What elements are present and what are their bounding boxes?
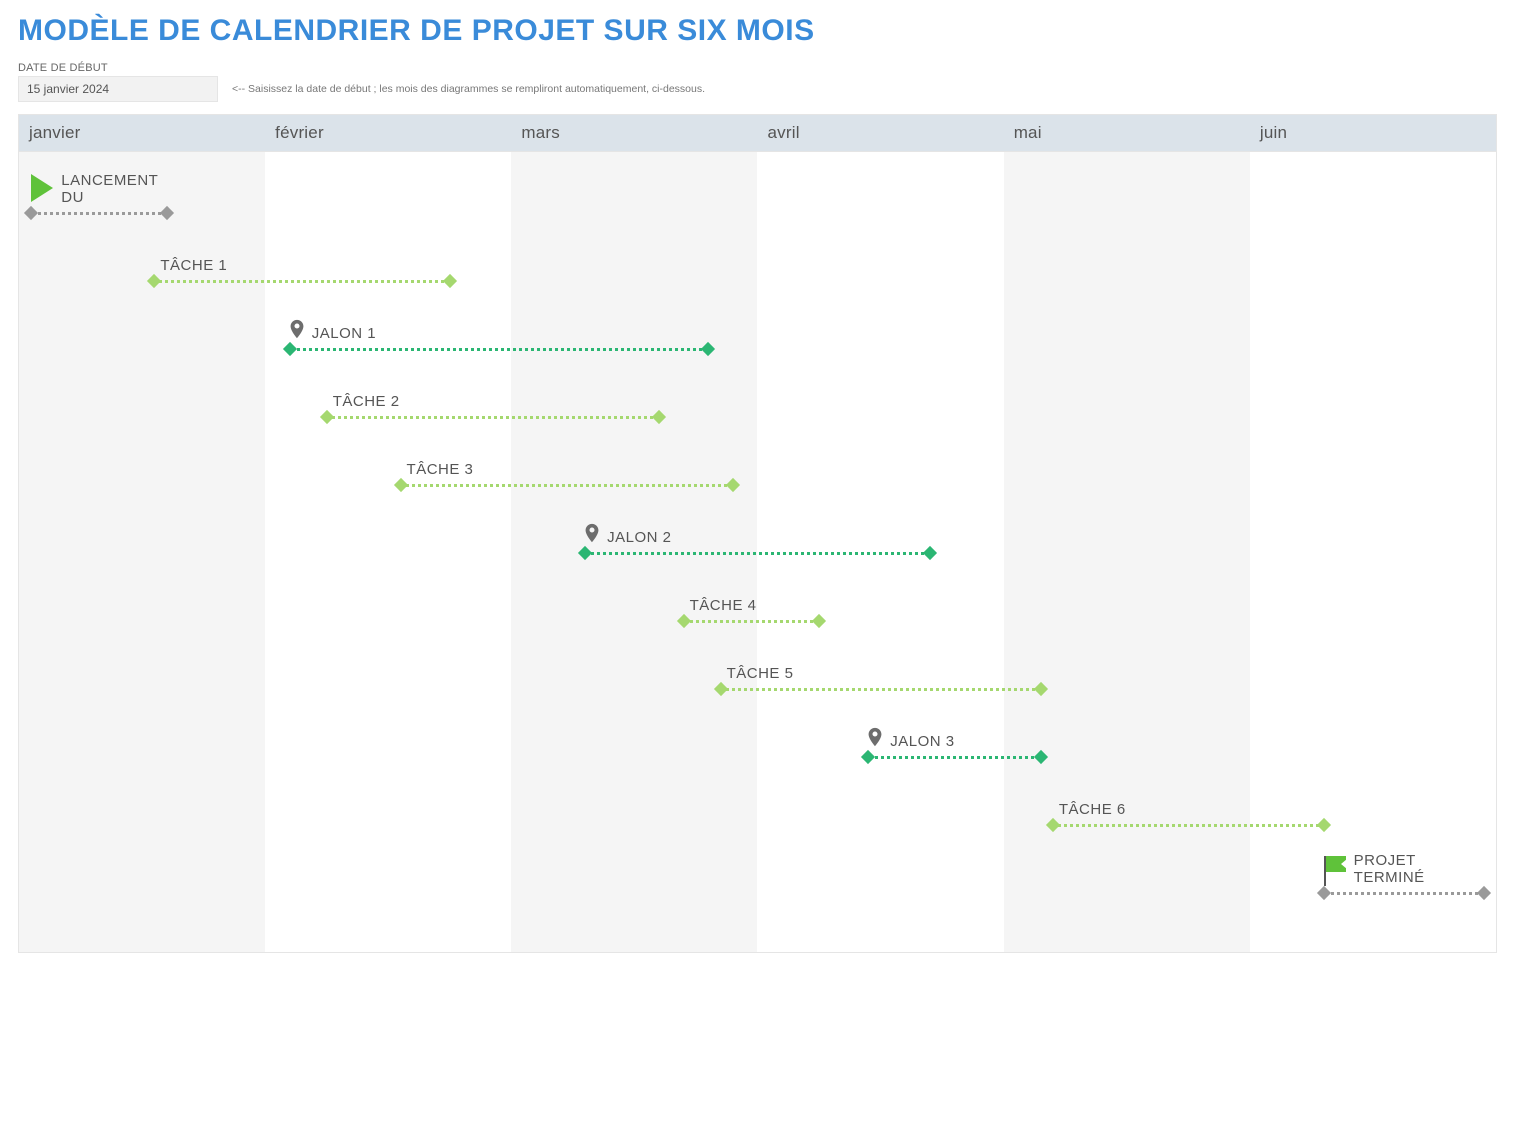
bar-label: JALON 2: [607, 529, 671, 546]
bar-label: TÂCHE 3: [407, 461, 474, 478]
bar-line: [290, 348, 708, 351]
month-header-mars: mars: [511, 115, 757, 151]
pin-icon: [581, 518, 603, 548]
bar-label: TÂCHE 6: [1059, 801, 1126, 818]
month-header-janvier: janvier: [19, 115, 265, 151]
bar-line: [868, 756, 1040, 759]
start-date-input[interactable]: [18, 76, 218, 102]
bar-label: TÂCHE 5: [727, 665, 794, 682]
bar-label: JALON 3: [890, 733, 954, 750]
bar-line: [721, 688, 1041, 691]
month-column: [265, 152, 511, 952]
play-icon: [31, 174, 53, 202]
bar-line: [684, 620, 819, 623]
bar-label: LANCEMENT DU: [61, 173, 131, 206]
bar-line: [154, 280, 449, 283]
month-header-juin: juin: [1250, 115, 1496, 151]
bar-line: [1324, 892, 1484, 895]
bar-line: [31, 212, 166, 215]
bar-line: [401, 484, 733, 487]
page-title: MODÈLE DE CALENDRIER DE PROJET SUR SIX M…: [18, 14, 1497, 48]
bar-line: [327, 416, 659, 419]
month-header-avril: avril: [758, 115, 1004, 151]
month-header-février: février: [265, 115, 511, 151]
pin-icon: [864, 722, 886, 752]
bar-line: [1053, 824, 1324, 827]
flag-icon: [1324, 856, 1348, 886]
month-header-mai: mai: [1004, 115, 1250, 151]
bar-label: TÂCHE 4: [690, 597, 757, 614]
month-column: [1250, 152, 1496, 952]
bar-line: [585, 552, 930, 555]
bar-label: PROJET TERMINÉ: [1354, 853, 1424, 886]
month-column: [19, 152, 265, 952]
start-date-label: DATE DE DÉBUT: [18, 62, 1497, 74]
month-column: [1004, 152, 1250, 952]
start-date-row: <-- Saisissez la date de début ; les moi…: [18, 76, 1497, 102]
bar-label: TÂCHE 2: [333, 393, 400, 410]
timeline-chart: janvierfévriermarsavrilmaijuin LANCEMENT…: [18, 114, 1497, 953]
pin-icon: [286, 314, 308, 344]
bar-label: JALON 1: [312, 325, 376, 342]
start-date-hint: <-- Saisissez la date de début ; les moi…: [232, 83, 705, 95]
chart-body: LANCEMENT DU TÂCHE 1 JALON 1 TÂCHE 2 TÂCHE 3…: [19, 152, 1496, 952]
bar-label: TÂCHE 1: [160, 257, 227, 274]
months-header: janvierfévriermarsavrilmaijuin: [19, 115, 1496, 152]
